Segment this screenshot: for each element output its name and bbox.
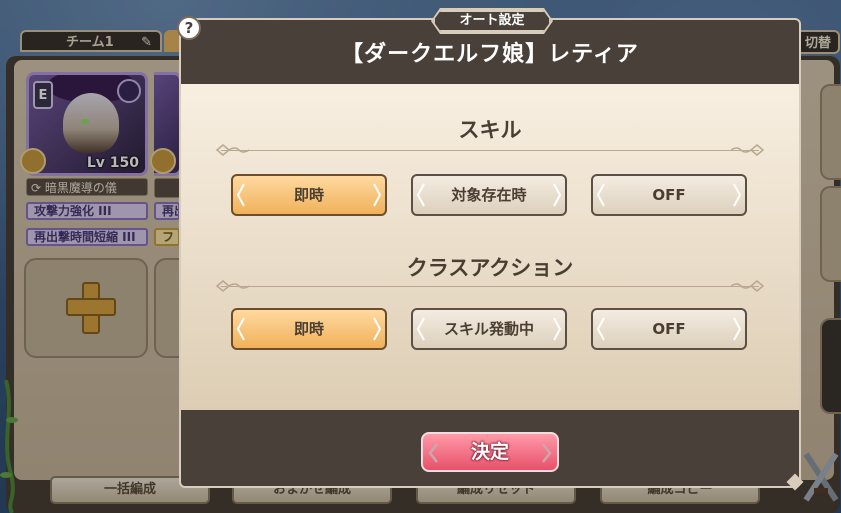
divider-ornament-left — [215, 280, 249, 292]
skill-option-target-exists[interactable]: 対象存在時 — [411, 174, 567, 216]
chevron-left-icon — [428, 443, 438, 463]
section-divider — [221, 286, 759, 287]
chevron-left-icon — [416, 183, 425, 207]
class-action-section-title: クラスアクション — [406, 256, 574, 280]
chevron-left-icon — [596, 317, 605, 341]
option-label: 即時 — [293, 186, 324, 204]
class-action-option-immediate[interactable]: 即時 — [231, 308, 387, 350]
class-action-option-off[interactable]: OFF — [591, 308, 747, 350]
chevron-right-icon — [553, 183, 562, 207]
chevron-right-icon — [553, 317, 562, 341]
skill-section-title: スキル — [458, 118, 522, 142]
chevron-left-icon — [236, 183, 245, 207]
help-icon[interactable]: ? — [177, 16, 201, 40]
chevron-right-icon — [373, 317, 382, 341]
divider-ornament-right — [731, 280, 765, 292]
section-divider — [221, 150, 759, 151]
skill-option-off[interactable]: OFF — [591, 174, 747, 216]
chevron-left-icon — [596, 183, 605, 207]
chevron-left-icon — [416, 317, 425, 341]
option-label: スキル発動中 — [443, 320, 534, 338]
skill-option-immediate[interactable]: 即時 — [231, 174, 387, 216]
class-action-option-during-skill[interactable]: スキル発動中 — [411, 308, 567, 350]
chevron-right-icon — [733, 317, 742, 341]
confirm-button-label: 決定 — [470, 441, 509, 463]
chevron-right-icon — [542, 443, 552, 463]
divider-ornament-right — [731, 144, 765, 156]
dialog-body: スキル 即時 対象存在時 OFF クラスアクション 即時 スキル発動中 OFF — [181, 84, 799, 410]
auto-settings-dialog: 【ダークエルフ娘】レティア オート設定 ? スキル 即時 対象存在時 OFF ク… — [177, 16, 804, 491]
dialog-title: 【ダークエルフ娘】レティア — [341, 42, 639, 67]
header-tab: オート設定 — [433, 10, 551, 32]
confirm-button[interactable]: 決定 — [421, 432, 559, 472]
chevron-right-icon — [373, 183, 382, 207]
chevron-right-icon — [733, 183, 742, 207]
divider-ornament-left — [215, 144, 249, 156]
option-label: OFF — [652, 320, 686, 338]
option-label: OFF — [652, 186, 686, 204]
option-label: 対象存在時 — [451, 186, 527, 204]
option-label: 即時 — [293, 320, 324, 338]
chevron-left-icon — [236, 317, 245, 341]
